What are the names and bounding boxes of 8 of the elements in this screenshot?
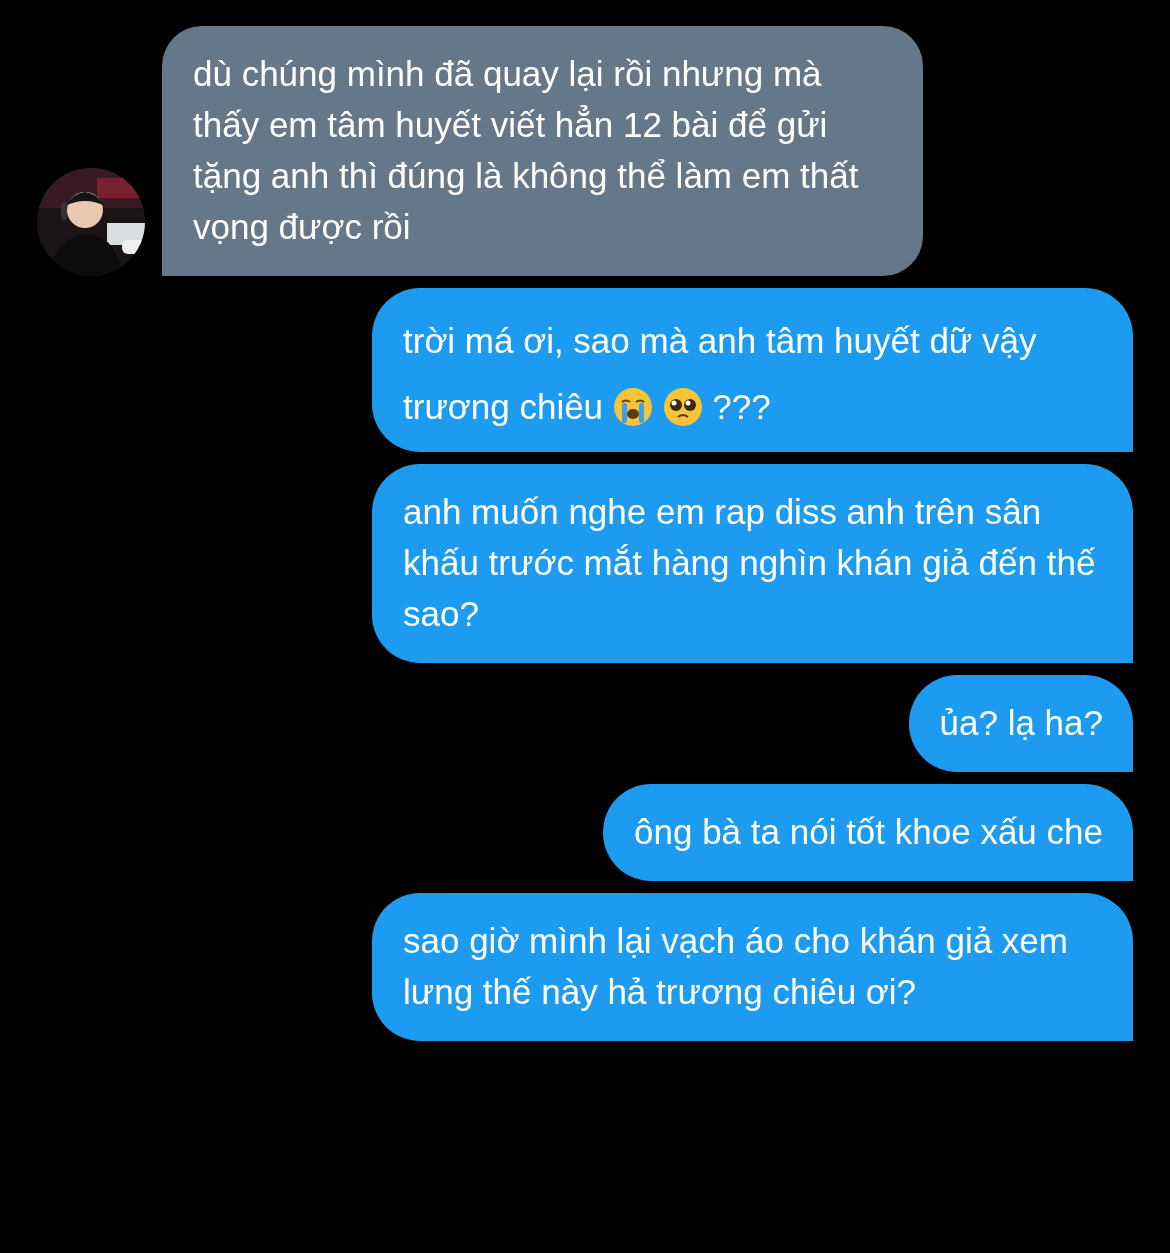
sent-message: ông bà ta nói tốt khoe xấu che bbox=[603, 784, 1133, 881]
crying-face-icon bbox=[612, 387, 653, 427]
pleading-face-icon bbox=[662, 387, 703, 427]
sent-message: anh muốn nghe em rap diss anh trên sân khấu trước mắt hàng nghìn khán giả đến thế sao? bbox=[372, 464, 1133, 663]
sent-message: trời má ơi, sao mà anh tâm huyết dữ vậy trương chiêu ??? bbox=[372, 288, 1133, 452]
sent-message: sao giờ mình lại vạch áo cho khán giả xem lưng thế này hả trương chiêu ơi? bbox=[372, 893, 1133, 1041]
received-message: dù chúng mình đã quay lại rồi nhưng mà thấy em tâm huyết viết hẳn 12 bài để gửi tặng anh thì đúng là không thể làm em thất vọng được rồi bbox=[162, 26, 923, 276]
sent-message: ủa? lạ ha? bbox=[908, 675, 1133, 772]
